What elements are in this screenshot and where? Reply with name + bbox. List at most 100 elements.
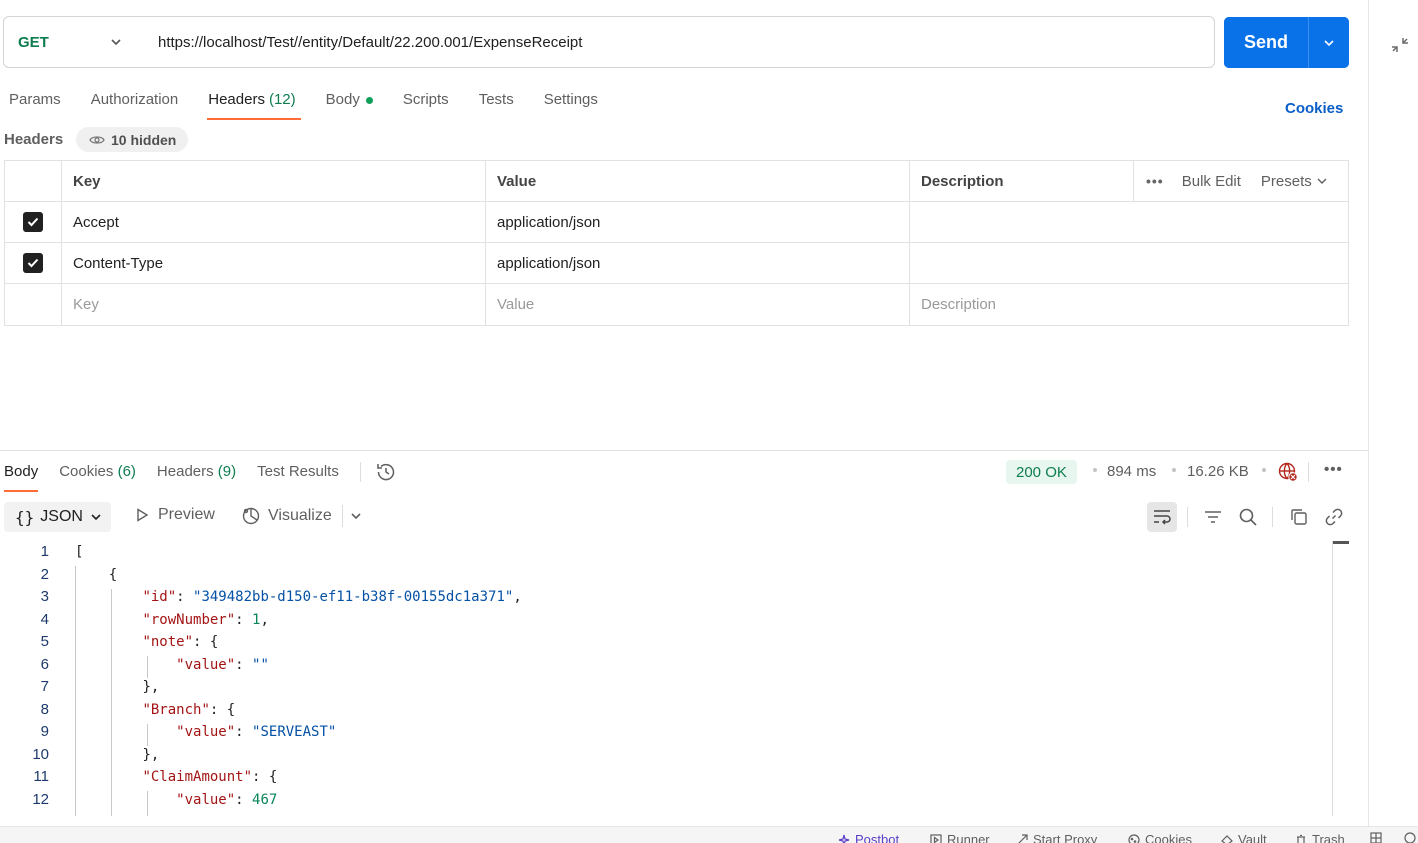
response-size[interactable]: 16.26 KB <box>1187 463 1249 480</box>
code-line: 3 "id": "349482bb-d150-ef11-b38f-00155dc… <box>0 586 1330 609</box>
trash-label: Trash <box>1312 832 1345 843</box>
filter-button[interactable] <box>1202 506 1224 528</box>
send-button[interactable]: Send <box>1224 17 1308 68</box>
json-key: "rowNumber" <box>142 611 236 628</box>
wrap-lines-button[interactable] <box>1147 502 1177 532</box>
vault-icon <box>1221 834 1233 843</box>
new-value-input[interactable]: Value <box>486 284 910 325</box>
tab-body[interactable]: Body <box>326 86 373 120</box>
code-text: "ClaimAmount": { <box>142 769 278 785</box>
runner-icon <box>930 833 942 843</box>
tab-test-results[interactable]: Test Results <box>257 462 339 492</box>
runner-button[interactable]: Runner <box>930 832 990 843</box>
copy-button[interactable] <box>1288 506 1310 528</box>
tab-authorization[interactable]: Authorization <box>91 86 179 120</box>
header-key[interactable]: Content-Type <box>62 243 486 283</box>
row-checkbox[interactable] <box>23 212 43 232</box>
code-text: }, <box>75 744 159 767</box>
checkbox-cell <box>5 202 62 242</box>
tab-scripts[interactable]: Scripts <box>403 86 449 120</box>
header-value[interactable]: application/json <box>486 243 910 283</box>
header-value[interactable]: application/json <box>486 202 910 242</box>
tab-label: Authorization <box>90 91 179 108</box>
new-key-input[interactable]: Key <box>62 284 486 325</box>
status-badge[interactable]: 200 OK <box>1006 460 1077 484</box>
cookies-link[interactable]: Cookies <box>1285 100 1343 117</box>
globe-warning-icon[interactable] <box>1278 462 1298 482</box>
check-icon <box>27 217 39 227</box>
postbot-button[interactable]: Postbot <box>838 832 899 843</box>
header-description[interactable] <box>910 202 1348 242</box>
preview-button[interactable]: Preview <box>134 506 215 524</box>
line-number: 5 <box>40 633 49 650</box>
code-line: 4 "rowNumber": 1, <box>0 609 1330 632</box>
header-description[interactable] <box>910 243 1348 283</box>
tab-params[interactable]: Params <box>9 86 61 120</box>
search-button[interactable] <box>1237 506 1259 528</box>
chevron-down-icon <box>1324 39 1334 46</box>
history-icon[interactable] <box>375 461 397 483</box>
method-select[interactable]: GET <box>4 17 141 67</box>
response-tabs: Body Cookies (6) Headers (9) Test Result… <box>4 462 397 492</box>
tab-tests[interactable]: Tests <box>479 86 514 120</box>
header-key[interactable]: Accept <box>62 202 486 242</box>
vault-button[interactable]: Vault <box>1221 832 1267 843</box>
punct: }, <box>142 679 160 695</box>
layout-button[interactable] <box>1370 832 1382 843</box>
tab-label: Cookies <box>59 463 114 480</box>
modified-indicator <box>365 97 373 104</box>
request-url-bar: GET <box>3 16 1215 68</box>
send-options-button[interactable] <box>1308 17 1349 68</box>
json-number: 1 <box>252 611 261 628</box>
tab-settings[interactable]: Settings <box>544 86 598 120</box>
collapse-icon[interactable] <box>1391 36 1409 54</box>
link-icon <box>1325 508 1343 526</box>
headers-table: Key Value Description ••• Bulk Edit Pres… <box>4 160 1349 326</box>
line-number: 4 <box>40 610 49 628</box>
tab-response-headers[interactable]: Headers (9) <box>157 462 236 492</box>
help-button[interactable] <box>1404 832 1416 843</box>
json-key: "value" <box>176 791 236 808</box>
chevron-down-icon[interactable] <box>349 509 363 523</box>
presets-dropdown[interactable]: Presets <box>1261 173 1328 190</box>
format-select[interactable]: {} JSON <box>4 502 111 532</box>
response-time[interactable]: 894 ms <box>1107 463 1156 480</box>
json-key: "value" <box>176 656 236 673</box>
new-description-input[interactable]: Description <box>910 284 1348 325</box>
checkbox-cell <box>5 243 62 283</box>
presets-label: Presets <box>1260 172 1312 190</box>
link-button[interactable] <box>1323 506 1345 528</box>
tab-response-body[interactable]: Body <box>4 462 39 492</box>
line-number: 9 <box>40 723 49 740</box>
visualize-button[interactable]: Visualize <box>241 506 332 526</box>
code-line: 11 "ClaimAmount": { <box>0 766 1330 789</box>
line-number: 10 <box>32 745 49 763</box>
code-line: 9 "value": "SERVEAST" <box>0 721 1330 744</box>
trash-button[interactable]: Trash <box>1295 832 1345 843</box>
trash-icon <box>1297 834 1305 843</box>
send-button-group: Send <box>1224 17 1349 68</box>
separator-dot <box>1172 468 1176 472</box>
tab-response-cookies[interactable]: Cookies (6) <box>59 462 136 492</box>
more-options-icon[interactable]: ••• <box>1146 173 1164 189</box>
response-divider[interactable] <box>0 450 1368 451</box>
help-icon <box>1404 832 1416 843</box>
scrollbar-thumb[interactable] <box>1333 541 1349 544</box>
code-text: "rowNumber": 1, <box>142 611 269 628</box>
tab-headers[interactable]: Headers (12) <box>207 86 302 120</box>
response-body-editor[interactable]: 1[ 2 { 3 "id": "349482bb-d150-ef11-b38f-… <box>0 541 1330 816</box>
json-string: "349482bb-d150-ef11-b38f-00155dc1a371" <box>193 589 514 605</box>
more-options-icon[interactable]: ••• <box>1324 461 1343 478</box>
cookies-label: Cookies <box>1145 832 1192 843</box>
url-input[interactable] <box>141 17 1214 67</box>
bulk-edit-button[interactable]: Bulk Edit <box>1182 173 1241 190</box>
wrap-icon <box>1154 510 1171 525</box>
method-label: GET <box>18 33 49 51</box>
cookies-footer-button[interactable]: Cookies <box>1128 832 1192 843</box>
start-proxy-button[interactable]: Start Proxy <box>1016 832 1097 843</box>
column-description: Description <box>910 161 1134 201</box>
row-checkbox[interactable] <box>23 253 43 273</box>
headers-section-label: Headers <box>4 131 64 148</box>
hidden-headers-toggle[interactable]: 10 hidden <box>76 127 189 152</box>
editor-scrollbar[interactable] <box>1332 541 1333 816</box>
